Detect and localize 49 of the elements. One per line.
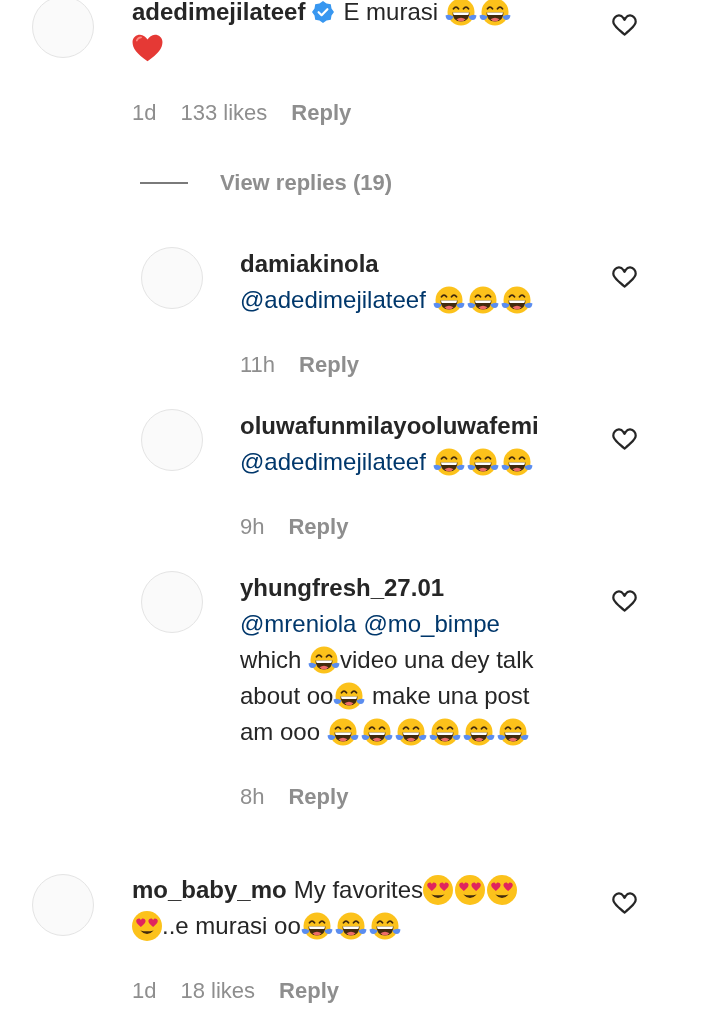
comment-text: E murasi [343, 0, 440, 26]
tears-of-joy-icon [496, 718, 529, 746]
heart-icon[interactable] [612, 590, 637, 612]
comment-text: which [240, 646, 303, 674]
heart-icon[interactable] [612, 892, 637, 914]
mention-link[interactable]: @adedimejilateef [240, 448, 426, 476]
username-link[interactable]: adedimejilateef [132, 0, 306, 26]
tears-of-joy-icon [326, 718, 359, 746]
heart-eyes-face-icon [455, 875, 486, 905]
tears-of-joy-icon [428, 718, 461, 746]
heart-eyes-face-icon [487, 875, 518, 905]
username-link[interactable]: yhungfresh_27.01 [240, 574, 445, 602]
tears-of-joy-icon [432, 286, 465, 314]
username-link[interactable]: mo_baby_mo [132, 876, 287, 904]
tears-of-joy-icon [394, 718, 427, 746]
tears-of-joy-icon [334, 912, 367, 940]
comment-text: video una dey talk [340, 646, 534, 674]
tears-of-joy-icon [368, 912, 401, 940]
username-link[interactable]: oluwafunmilayooluwafemi [240, 412, 539, 440]
tears-of-joy-icon [462, 718, 495, 746]
heart-emoji-icon [132, 34, 163, 62]
comment-time: 8h [240, 784, 265, 810]
comment-time: 1d [132, 978, 157, 1004]
comment-text: make una post [371, 682, 530, 710]
tears-of-joy-icon [466, 286, 499, 314]
mention-link[interactable]: @mo_bimpe [363, 610, 500, 638]
tears-of-joy-icon [466, 448, 499, 476]
tears-of-joy-icon [300, 912, 333, 940]
tears-of-joy-icon [360, 718, 393, 746]
tears-of-joy-icon [500, 448, 533, 476]
tears-of-joy-icon [333, 682, 366, 710]
comment-text: am ooo [240, 718, 322, 746]
heart-eyes-face-icon [423, 875, 454, 905]
comment-text: My favorites [293, 876, 424, 904]
comment-time: 11h [240, 352, 276, 378]
comment-text: about oo [240, 682, 334, 710]
comment-time: 9h [240, 514, 265, 540]
heart-icon[interactable] [612, 266, 637, 288]
mention-link[interactable]: @mreniola [240, 610, 357, 638]
heart-eyes-face-icon [132, 911, 162, 941]
tears-of-joy-icon [308, 646, 341, 674]
heart-icon[interactable] [612, 428, 637, 450]
username-link[interactable]: damiakinola [240, 250, 379, 278]
heart-icon[interactable] [612, 14, 637, 36]
mention-link[interactable]: @adedimejilateef [240, 286, 426, 314]
comment-text: ..e murasi oo [162, 912, 301, 940]
tears-of-joy-icon [432, 448, 465, 476]
comment-time: 1d [132, 100, 157, 126]
tears-of-joy-icon [500, 286, 533, 314]
